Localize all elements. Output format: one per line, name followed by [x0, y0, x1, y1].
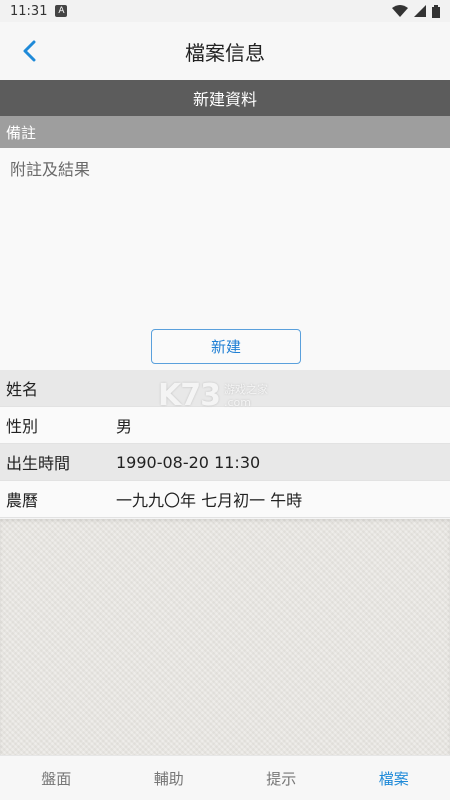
app-bar: 檔案信息 — [0, 22, 450, 80]
gender-row[interactable]: 性別 男 — [0, 407, 450, 444]
birth-time-label: 出生時間 — [6, 454, 71, 473]
tab-hints[interactable]: 提示 — [225, 756, 338, 800]
signal-icon — [414, 5, 426, 17]
page-title: 檔案信息 — [185, 40, 265, 65]
wifi-icon — [392, 5, 408, 17]
tab-records[interactable]: 檔案 — [338, 756, 450, 800]
notes-label: 備註 — [0, 116, 450, 148]
section-title-bar: 新建資料 — [0, 80, 450, 116]
new-record-button[interactable]: 新建 — [151, 329, 301, 364]
notification-icon: A — [55, 5, 68, 17]
status-icons — [392, 4, 440, 18]
status-bar: 11:31 A — [0, 0, 450, 22]
empty-background — [0, 519, 450, 755]
name-label: 姓名 — [6, 380, 39, 399]
tab-assist[interactable]: 輔助 — [113, 756, 226, 800]
bottom-nav: 盤面 輔助 提示 檔案 — [0, 755, 450, 800]
tab-board[interactable]: 盤面 — [0, 756, 113, 800]
name-row[interactable]: 姓名 — [0, 370, 450, 407]
lunar-date-label: 農曆 — [6, 491, 39, 510]
lunar-date-value: 一九九〇年 七月初一 午時 — [116, 491, 303, 510]
chevron-left-icon — [23, 40, 36, 62]
battery-icon — [432, 4, 440, 18]
status-time: 11:31 — [10, 3, 48, 19]
gender-value: 男 — [116, 417, 133, 436]
birth-time-row[interactable]: 出生時間 1990-08-20 11:30 — [0, 444, 450, 481]
birth-time-value: 1990-08-20 11:30 — [116, 452, 261, 472]
lunar-date-row[interactable]: 農曆 一九九〇年 七月初一 午時 — [0, 481, 450, 518]
back-button[interactable] — [14, 36, 44, 66]
gender-label: 性別 — [6, 417, 39, 436]
